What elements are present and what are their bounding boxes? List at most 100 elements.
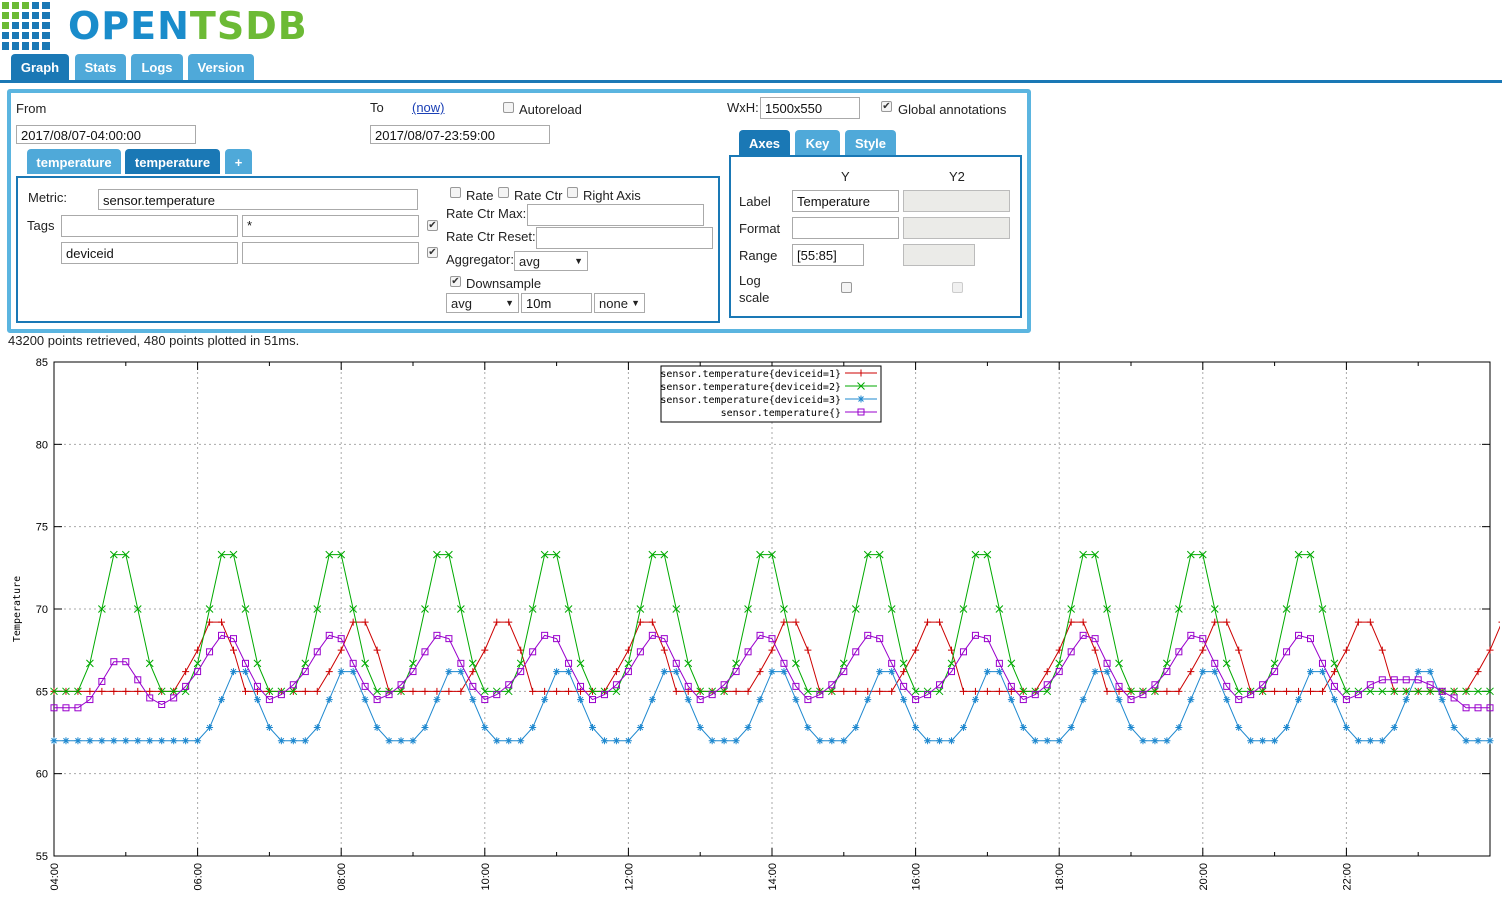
x-tick-label: 10:00 xyxy=(480,863,492,891)
global-annotations-label: Global annotations xyxy=(898,102,1007,117)
cross-marker xyxy=(839,659,848,668)
cross-marker xyxy=(851,605,860,613)
from-input[interactable]: 2017/08/07-04:00:00 xyxy=(16,125,196,144)
rate-checkbox[interactable] xyxy=(450,187,461,198)
star-marker xyxy=(612,737,620,745)
star-marker xyxy=(1390,724,1398,732)
star-marker xyxy=(505,737,513,745)
cross-marker xyxy=(899,659,908,668)
star-marker xyxy=(409,737,417,745)
star-marker xyxy=(720,737,728,745)
star-marker xyxy=(648,696,656,704)
star-marker xyxy=(1163,737,1171,745)
plus-marker xyxy=(792,618,800,626)
metric-tab-2[interactable]: temperature xyxy=(125,149,220,174)
plus-marker xyxy=(457,687,465,695)
star-marker xyxy=(86,737,94,745)
x-tick-label: 16:00 xyxy=(911,863,923,891)
star-marker xyxy=(1139,737,1147,745)
rate-ctr-checkbox[interactable] xyxy=(498,187,509,198)
downsample-checkbox[interactable]: ✔ xyxy=(450,276,461,287)
star-marker xyxy=(1067,724,1075,732)
star-marker xyxy=(577,696,585,704)
plus-marker xyxy=(86,687,94,695)
tab-logs[interactable]: Logs xyxy=(131,54,183,80)
tab-graph[interactable]: Graph xyxy=(11,54,69,80)
plus-marker xyxy=(1163,687,1171,695)
plus-marker xyxy=(301,687,309,695)
plus-marker xyxy=(1354,618,1362,626)
axis-y-format-input[interactable] xyxy=(792,217,899,239)
tag-key-input-2[interactable]: deviceid xyxy=(61,242,238,264)
metric-tab-1[interactable]: temperature xyxy=(27,149,121,174)
downsample-interval-input[interactable]: 10m xyxy=(521,293,592,313)
plus-marker xyxy=(912,646,920,654)
global-annotations-checkbox[interactable]: ✔ xyxy=(881,101,892,112)
opentsdb-logo: OPENTSDB xyxy=(68,4,308,48)
axis-y2-range-input[interactable] xyxy=(903,244,975,266)
to-input[interactable]: 2017/08/07-23:59:00 xyxy=(370,125,550,144)
y-tick-label: 55 xyxy=(36,851,48,863)
star-marker xyxy=(948,737,955,745)
axis-y-label-input[interactable]: Temperature xyxy=(792,190,899,212)
axis-y-log-checkbox[interactable] xyxy=(841,282,852,293)
star-marker xyxy=(1115,696,1123,704)
add-metric-tab[interactable]: + xyxy=(225,149,252,174)
axis-y2-format-input[interactable] xyxy=(903,217,1010,239)
star-marker xyxy=(1378,737,1386,745)
downsample-fill-select[interactable]: none ▼ xyxy=(594,293,645,313)
star-marker xyxy=(289,737,297,745)
axis-y-range-input[interactable]: [55:85] xyxy=(792,244,864,266)
tab-stats[interactable]: Stats xyxy=(75,54,126,80)
chevron-down-icon: ▼ xyxy=(574,256,583,266)
opentsdb-logo-grid-icon xyxy=(2,2,50,50)
axis-y2-log-checkbox[interactable] xyxy=(952,282,963,293)
star-marker xyxy=(1271,737,1279,745)
tab-style[interactable]: Style xyxy=(845,130,896,155)
plus-marker xyxy=(995,687,1003,695)
cross-marker xyxy=(576,659,585,668)
downsample-fill-value: none xyxy=(599,296,628,311)
tab-version[interactable]: Version xyxy=(188,54,254,80)
star-marker xyxy=(1474,737,1482,745)
plus-marker xyxy=(529,687,537,695)
tag-groupby-checkbox-1[interactable]: ✔ xyxy=(427,220,438,231)
plus-marker xyxy=(1235,646,1243,654)
plus-marker xyxy=(1342,646,1350,654)
tag-value-input-1[interactable]: * xyxy=(242,215,419,237)
star-marker xyxy=(110,737,118,745)
plus-marker xyxy=(876,687,884,695)
rate-label: Rate xyxy=(466,188,494,203)
aggregator-select[interactable]: avg ▼ xyxy=(514,251,588,271)
star-marker xyxy=(959,724,967,732)
tab-key[interactable]: Key xyxy=(795,130,840,155)
tag-value-input-2[interactable] xyxy=(242,242,419,264)
star-marker xyxy=(1079,696,1087,704)
rate-ctr-max-input[interactable] xyxy=(527,204,704,226)
wxh-input[interactable]: 1500x550 xyxy=(760,97,860,119)
autoreload-checkbox[interactable] xyxy=(503,102,514,113)
star-marker xyxy=(589,724,596,732)
axis-y2-label-input[interactable] xyxy=(903,190,1010,212)
tag-groupby-checkbox-2[interactable]: ✔ xyxy=(427,247,438,258)
star-marker xyxy=(50,737,58,745)
tab-axes[interactable]: Axes xyxy=(739,130,790,155)
cross-marker xyxy=(636,605,645,613)
to-now-link[interactable]: (now) xyxy=(412,100,445,115)
star-marker xyxy=(936,737,944,745)
metric-input[interactable]: sensor.temperature xyxy=(98,189,418,210)
rate-ctr-reset-input[interactable] xyxy=(536,227,713,249)
x-tick-label: 14:00 xyxy=(767,863,779,891)
legend-entry-label: sensor.temperature{deviceid=3} xyxy=(660,395,841,406)
star-marker xyxy=(146,737,154,745)
downsample-func-select[interactable]: avg ▼ xyxy=(446,293,519,313)
right-axis-checkbox[interactable] xyxy=(567,187,578,198)
y-tick-label: 60 xyxy=(36,769,48,781)
y-tick-label: 85 xyxy=(36,357,48,369)
plus-marker xyxy=(409,687,417,695)
plus-marker xyxy=(373,646,381,654)
tag-key-input-1[interactable] xyxy=(61,215,238,237)
star-marker xyxy=(397,737,405,745)
star-marker xyxy=(74,737,82,745)
star-marker xyxy=(253,696,261,704)
